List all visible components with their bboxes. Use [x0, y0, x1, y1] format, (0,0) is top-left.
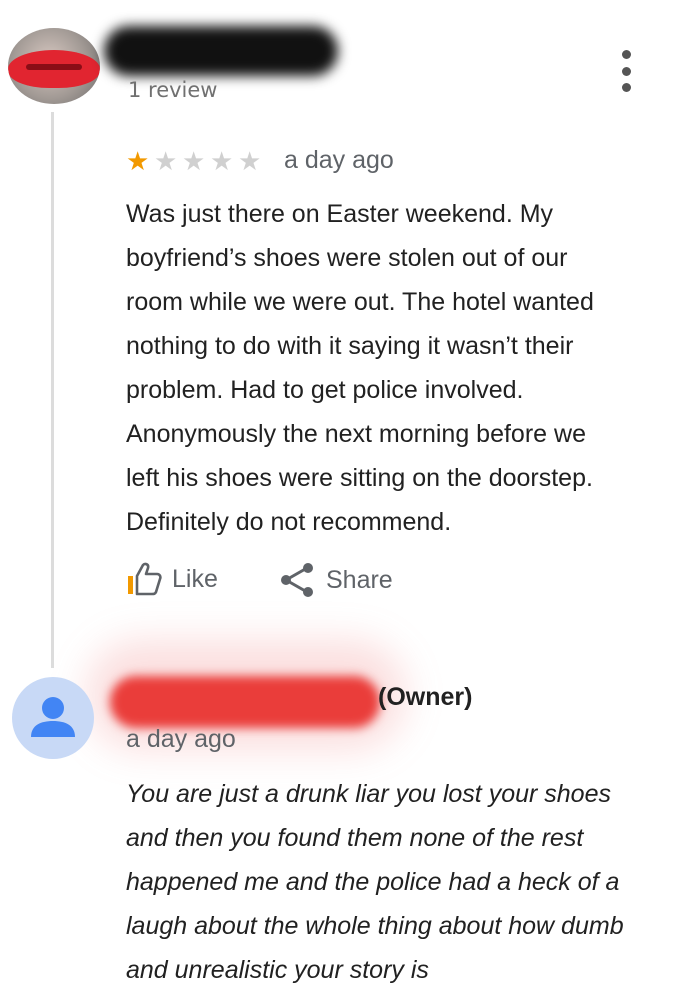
share-button[interactable]: Share: [278, 562, 393, 598]
share-label: Share: [326, 565, 393, 594]
redacted-reviewer-name: [104, 26, 338, 76]
review-line: nothing to do with it saying it wasn’t t…: [126, 332, 574, 360]
reply-line: You are just a drunk liar you lost your …: [126, 780, 611, 808]
star-empty-icon: ★: [238, 147, 262, 177]
more-vert-icon-dot: [621, 83, 631, 92]
review-date: a day ago: [284, 146, 394, 174]
lips-line: [26, 64, 82, 70]
review-line: left his shoes were sitting on the doors…: [126, 464, 593, 492]
review-line: Was just there on Easter weekend. My: [126, 200, 554, 228]
owner-badge: (Owner): [378, 683, 473, 711]
reviewer-avatar[interactable]: [8, 28, 100, 104]
reply-line: happened me and the police had a heck of…: [126, 868, 620, 896]
reply-line: and then you found them none of the rest: [126, 824, 584, 852]
review-line: problem. Had to get police involved.: [126, 376, 524, 404]
review-line: Anonymously the next morning before we: [126, 420, 586, 448]
owner-avatar[interactable]: [12, 677, 94, 759]
review-text: Was just there on Easter weekend. My boy…: [126, 192, 686, 544]
star-empty-icon: ★: [154, 147, 178, 177]
reply-date: a day ago: [126, 725, 236, 753]
more-options-button[interactable]: [612, 50, 640, 92]
more-vert-icon-dot: [621, 66, 631, 76]
star-rating: ★ ★ ★ ★ ★: [126, 147, 266, 177]
like-button[interactable]: Like: [126, 562, 218, 596]
person-icon: [31, 697, 75, 737]
review-line: Definitely do not recommend.: [126, 508, 452, 536]
reply-line: and unrealistic your story is: [126, 956, 429, 984]
reply-line: laugh about the whole thing about how du…: [126, 912, 624, 940]
more-vert-icon: [621, 50, 631, 59]
review-line: boyfriend’s shoes were stolen out of our: [126, 244, 568, 272]
reply-text: You are just a drunk liar you lost your …: [126, 772, 692, 992]
star-empty-icon: ★: [182, 147, 206, 177]
review-line: room while we were out. The hotel wanted: [126, 288, 594, 316]
like-label: Like: [172, 564, 218, 593]
review-count[interactable]: 1 review: [128, 78, 218, 102]
star-empty-icon: ★: [210, 147, 234, 177]
thumb-up-icon: [128, 562, 162, 596]
redacted-owner-name: [110, 676, 380, 728]
share-icon: [281, 563, 313, 597]
star-filled-icon: ★: [126, 147, 150, 177]
thread-line: [51, 112, 54, 668]
